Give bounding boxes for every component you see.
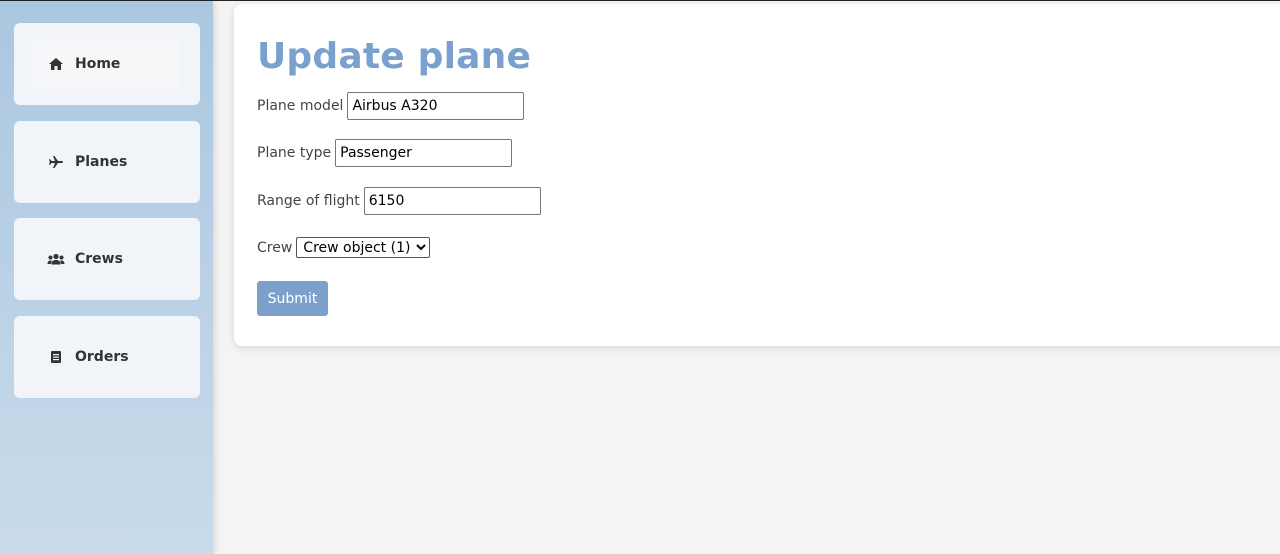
sidebar-item-planes[interactable]: Planes	[14, 121, 200, 203]
range-label: Range of flight	[257, 193, 360, 209]
users-icon	[47, 250, 65, 268]
sidebar: Home Planes Crews Orders	[0, 1, 213, 554]
sidebar-item-home-inner: Home	[33, 40, 181, 88]
sidebar-item-label: Orders	[75, 349, 129, 365]
sidebar-item-orders-inner: Orders	[33, 333, 181, 381]
submit-button[interactable]: Submit	[257, 281, 328, 316]
plane-type-label: Plane type	[257, 145, 332, 161]
plane-type-row: Plane type	[257, 139, 513, 167]
plane-model-label: Plane model	[257, 98, 344, 114]
sidebar-item-crews-inner: Crews	[33, 235, 181, 283]
crew-label: Crew	[257, 239, 293, 256]
home-icon	[47, 55, 65, 73]
plane-model-input[interactable]	[347, 92, 525, 120]
document-icon	[47, 348, 65, 366]
crew-row: Crew Crew object (1)	[257, 237, 431, 258]
sidebar-item-label: Crews	[75, 251, 123, 267]
sidebar-item-planes-inner: Planes	[33, 138, 181, 186]
page-title: Update plane	[257, 36, 532, 77]
plane-type-input[interactable]	[335, 139, 513, 167]
sidebar-item-orders[interactable]: Orders	[14, 316, 200, 398]
crew-select[interactable]: Crew object (1)	[296, 237, 431, 258]
range-input[interactable]	[363, 187, 541, 215]
range-row: Range of flight	[257, 187, 541, 215]
update-plane-panel: Update plane Plane model Plane type Rang…	[234, 4, 1280, 346]
sidebar-item-label: Planes	[75, 154, 128, 170]
plane-icon	[47, 153, 65, 171]
plane-model-row: Plane model	[257, 92, 525, 120]
sidebar-item-home[interactable]: Home	[14, 23, 200, 105]
sidebar-item-crews[interactable]: Crews	[14, 218, 200, 300]
sidebar-item-label: Home	[75, 56, 121, 72]
